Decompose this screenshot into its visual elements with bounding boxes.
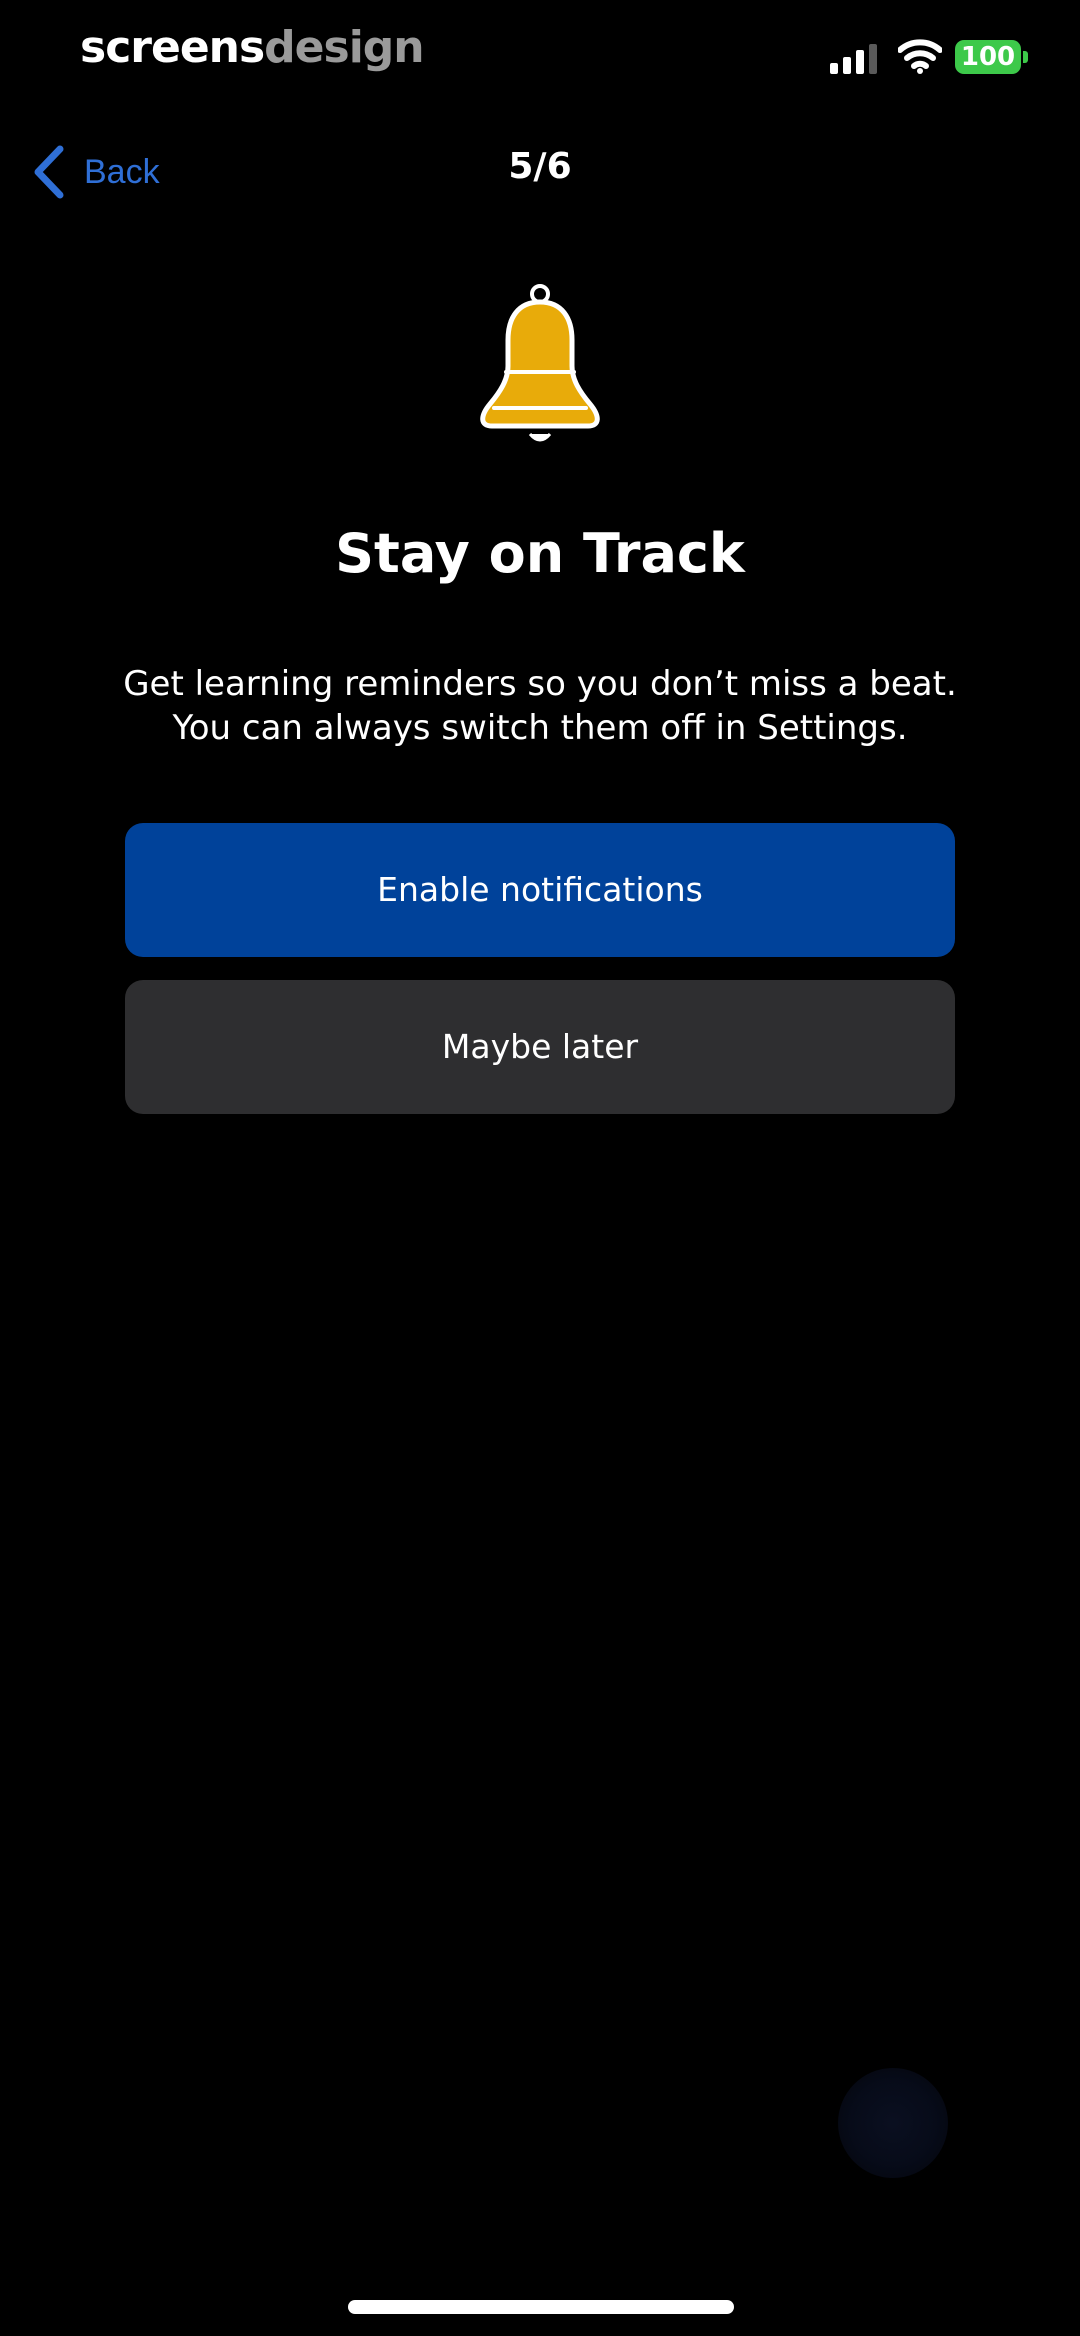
cellular-signal-icon [830, 44, 877, 74]
bell-icon [480, 284, 600, 442]
home-indicator[interactable] [348, 2300, 734, 2314]
battery-indicator: 100 [955, 40, 1021, 74]
floating-action-shadow [838, 2068, 948, 2178]
step-indicator: 5/6 [508, 146, 572, 187]
maybe-later-button[interactable]: Maybe later [125, 980, 955, 1114]
chevron-left-icon [34, 145, 64, 199]
wifi-icon [898, 39, 942, 74]
page-title: Stay on Track [335, 522, 745, 585]
watermark-logo: screensdesign [80, 22, 425, 73]
enable-notifications-button[interactable]: Enable notifications [125, 823, 955, 957]
back-button[interactable]: Back [30, 142, 160, 202]
description-line-1: Get learning reminders so you don’t miss… [123, 664, 957, 704]
description-text: Get learning reminders so you don’t miss… [100, 662, 980, 750]
description-line-2: You can always switch them off in Settin… [172, 708, 908, 748]
back-label: Back [84, 152, 160, 191]
battery-tip [1023, 51, 1028, 63]
status-bar: screensdesign 100 [0, 0, 1080, 110]
